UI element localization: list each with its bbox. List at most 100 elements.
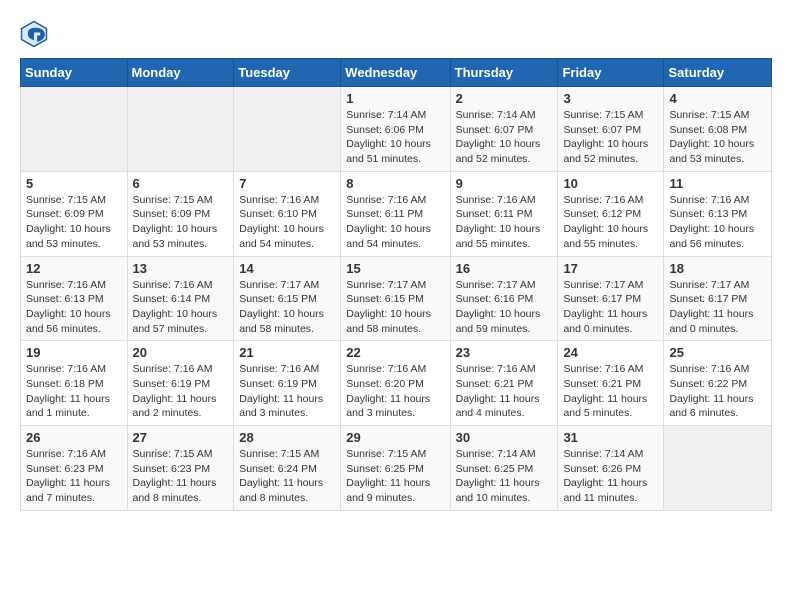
- day-info: Sunrise: 7:16 AM Sunset: 6:21 PM Dayligh…: [563, 362, 658, 421]
- day-info: Sunrise: 7:14 AM Sunset: 6:25 PM Dayligh…: [456, 447, 553, 506]
- day-number: 1: [346, 91, 444, 106]
- day-number: 6: [133, 176, 229, 191]
- logo: [20, 20, 52, 48]
- day-info: Sunrise: 7:16 AM Sunset: 6:23 PM Dayligh…: [26, 447, 122, 506]
- header-tuesday: Tuesday: [234, 59, 341, 87]
- day-number: 19: [26, 345, 122, 360]
- day-info: Sunrise: 7:16 AM Sunset: 6:19 PM Dayligh…: [133, 362, 229, 421]
- calendar-cell: 2Sunrise: 7:14 AM Sunset: 6:07 PM Daylig…: [450, 87, 558, 172]
- day-info: Sunrise: 7:17 AM Sunset: 6:16 PM Dayligh…: [456, 278, 553, 337]
- calendar-cell: 13 Sunrise: 7:16 AM Sunset: 6:14 PM Dayli…: [127, 256, 234, 341]
- day-number: 22: [346, 345, 444, 360]
- calendar-cell: 28 Sunrise: 7:15 AM Sunset: 6:24 PM Dayli…: [234, 426, 341, 511]
- calendar-cell: 7 Sunrise: 7:16 AM Sunset: 6:10 PM Daylig…: [234, 171, 341, 256]
- calendar-week-2: 5 Sunrise: 7:15 AM Sunset: 6:09 PM Daylig…: [21, 171, 772, 256]
- calendar-cell: 19 Sunrise: 7:16 AM Sunset: 6:18 PM Dayli…: [21, 341, 128, 426]
- calendar-cell: 23 Sunrise: 7:16 AM Sunset: 6:21 PM Dayli…: [450, 341, 558, 426]
- day-number: 31: [563, 430, 658, 445]
- header-saturday: Saturday: [664, 59, 772, 87]
- calendar-cell: 31Sunrise: 7:14 AM Sunset: 6:26 PM Dayli…: [558, 426, 664, 511]
- calendar-cell: 14Sunrise: 7:17 AM Sunset: 6:15 PM Dayli…: [234, 256, 341, 341]
- day-number: 18: [669, 261, 766, 276]
- day-number: 14: [239, 261, 335, 276]
- calendar-cell: 17Sunrise: 7:17 AM Sunset: 6:17 PM Dayli…: [558, 256, 664, 341]
- day-info: Sunrise: 7:16 AM Sunset: 6:20 PM Dayligh…: [346, 362, 444, 421]
- day-info: Sunrise: 7:15 AM Sunset: 6:07 PM Dayligh…: [563, 108, 658, 167]
- day-number: 25: [669, 345, 766, 360]
- day-info: Sunrise: 7:15 AM Sunset: 6:24 PM Dayligh…: [239, 447, 335, 506]
- day-number: 11: [669, 176, 766, 191]
- calendar-cell: 12Sunrise: 7:16 AM Sunset: 6:13 PM Dayli…: [21, 256, 128, 341]
- calendar-cell: 20 Sunrise: 7:16 AM Sunset: 6:19 PM Dayli…: [127, 341, 234, 426]
- day-number: 10: [563, 176, 658, 191]
- header-monday: Monday: [127, 59, 234, 87]
- day-number: 16: [456, 261, 553, 276]
- day-number: 20: [133, 345, 229, 360]
- calendar-cell: 6 Sunrise: 7:15 AM Sunset: 6:09 PM Daylig…: [127, 171, 234, 256]
- calendar-cell: 10 Sunrise: 7:16 AM Sunset: 6:12 PM Dayli…: [558, 171, 664, 256]
- calendar-cell: [664, 426, 772, 511]
- day-info: Sunrise: 7:16 AM Sunset: 6:21 PM Dayligh…: [456, 362, 553, 421]
- day-info: Sunrise: 7:17 AM Sunset: 6:15 PM Dayligh…: [346, 278, 444, 337]
- header-wednesday: Wednesday: [341, 59, 450, 87]
- day-number: 12: [26, 261, 122, 276]
- calendar-cell: [21, 87, 128, 172]
- day-number: 3: [563, 91, 658, 106]
- day-info: Sunrise: 7:14 AM Sunset: 6:06 PM Dayligh…: [346, 108, 444, 167]
- generalblue-logo-icon: [20, 20, 48, 48]
- calendar-cell: 25 Sunrise: 7:16 AM Sunset: 6:22 PM Dayli…: [664, 341, 772, 426]
- day-number: 21: [239, 345, 335, 360]
- day-info: Sunrise: 7:15 AM Sunset: 6:09 PM Dayligh…: [133, 193, 229, 252]
- day-number: 8: [346, 176, 444, 191]
- calendar-cell: 11 Sunrise: 7:16 AM Sunset: 6:13 PM Dayli…: [664, 171, 772, 256]
- day-info: Sunrise: 7:16 AM Sunset: 6:13 PM Dayligh…: [669, 193, 766, 252]
- calendar-cell: 9Sunrise: 7:16 AM Sunset: 6:11 PM Daylig…: [450, 171, 558, 256]
- calendar-table: SundayMondayTuesdayWednesdayThursdayFrid…: [20, 58, 772, 511]
- day-number: 23: [456, 345, 553, 360]
- day-number: 30: [456, 430, 553, 445]
- calendar-cell: [234, 87, 341, 172]
- header-friday: Friday: [558, 59, 664, 87]
- day-info: Sunrise: 7:16 AM Sunset: 6:10 PM Dayligh…: [239, 193, 335, 252]
- day-info: Sunrise: 7:17 AM Sunset: 6:17 PM Dayligh…: [669, 278, 766, 337]
- day-info: Sunrise: 7:16 AM Sunset: 6:19 PM Dayligh…: [239, 362, 335, 421]
- day-info: Sunrise: 7:16 AM Sunset: 6:12 PM Dayligh…: [563, 193, 658, 252]
- day-number: 15: [346, 261, 444, 276]
- calendar-cell: 18 Sunrise: 7:17 AM Sunset: 6:17 PM Dayli…: [664, 256, 772, 341]
- day-number: 24: [563, 345, 658, 360]
- day-info: Sunrise: 7:15 AM Sunset: 6:25 PM Dayligh…: [346, 447, 444, 506]
- day-number: 7: [239, 176, 335, 191]
- calendar-cell: 3 Sunrise: 7:15 AM Sunset: 6:07 PM Daylig…: [558, 87, 664, 172]
- calendar-header-row: SundayMondayTuesdayWednesdayThursdayFrid…: [21, 59, 772, 87]
- day-number: 28: [239, 430, 335, 445]
- calendar-cell: 26Sunrise: 7:16 AM Sunset: 6:23 PM Dayli…: [21, 426, 128, 511]
- day-info: Sunrise: 7:15 AM Sunset: 6:09 PM Dayligh…: [26, 193, 122, 252]
- calendar-cell: 5 Sunrise: 7:15 AM Sunset: 6:09 PM Daylig…: [21, 171, 128, 256]
- day-number: 4: [669, 91, 766, 106]
- calendar-cell: 1 Sunrise: 7:14 AM Sunset: 6:06 PM Daylig…: [341, 87, 450, 172]
- calendar-cell: 4 Sunrise: 7:15 AM Sunset: 6:08 PM Daylig…: [664, 87, 772, 172]
- day-info: Sunrise: 7:15 AM Sunset: 6:08 PM Dayligh…: [669, 108, 766, 167]
- calendar-cell: 29Sunrise: 7:15 AM Sunset: 6:25 PM Dayli…: [341, 426, 450, 511]
- calendar-cell: 24 Sunrise: 7:16 AM Sunset: 6:21 PM Dayli…: [558, 341, 664, 426]
- page-header: [20, 20, 772, 48]
- calendar-cell: 15 Sunrise: 7:17 AM Sunset: 6:15 PM Dayli…: [341, 256, 450, 341]
- day-number: 13: [133, 261, 229, 276]
- day-info: Sunrise: 7:17 AM Sunset: 6:17 PM Dayligh…: [563, 278, 658, 337]
- calendar-week-3: 12Sunrise: 7:16 AM Sunset: 6:13 PM Dayli…: [21, 256, 772, 341]
- day-number: 27: [133, 430, 229, 445]
- calendar-cell: 16 Sunrise: 7:17 AM Sunset: 6:16 PM Dayli…: [450, 256, 558, 341]
- day-info: Sunrise: 7:14 AM Sunset: 6:07 PM Dayligh…: [456, 108, 553, 167]
- calendar-week-4: 19 Sunrise: 7:16 AM Sunset: 6:18 PM Dayli…: [21, 341, 772, 426]
- day-info: Sunrise: 7:16 AM Sunset: 6:18 PM Dayligh…: [26, 362, 122, 421]
- calendar-cell: 8Sunrise: 7:16 AM Sunset: 6:11 PM Daylig…: [341, 171, 450, 256]
- day-info: Sunrise: 7:16 AM Sunset: 6:22 PM Dayligh…: [669, 362, 766, 421]
- calendar-week-1: 1 Sunrise: 7:14 AM Sunset: 6:06 PM Daylig…: [21, 87, 772, 172]
- day-info: Sunrise: 7:16 AM Sunset: 6:14 PM Dayligh…: [133, 278, 229, 337]
- day-number: 5: [26, 176, 122, 191]
- day-number: 9: [456, 176, 553, 191]
- header-thursday: Thursday: [450, 59, 558, 87]
- calendar-cell: 21 Sunrise: 7:16 AM Sunset: 6:19 PM Dayli…: [234, 341, 341, 426]
- calendar-cell: 27Sunrise: 7:15 AM Sunset: 6:23 PM Dayli…: [127, 426, 234, 511]
- calendar-cell: 22 Sunrise: 7:16 AM Sunset: 6:20 PM Dayli…: [341, 341, 450, 426]
